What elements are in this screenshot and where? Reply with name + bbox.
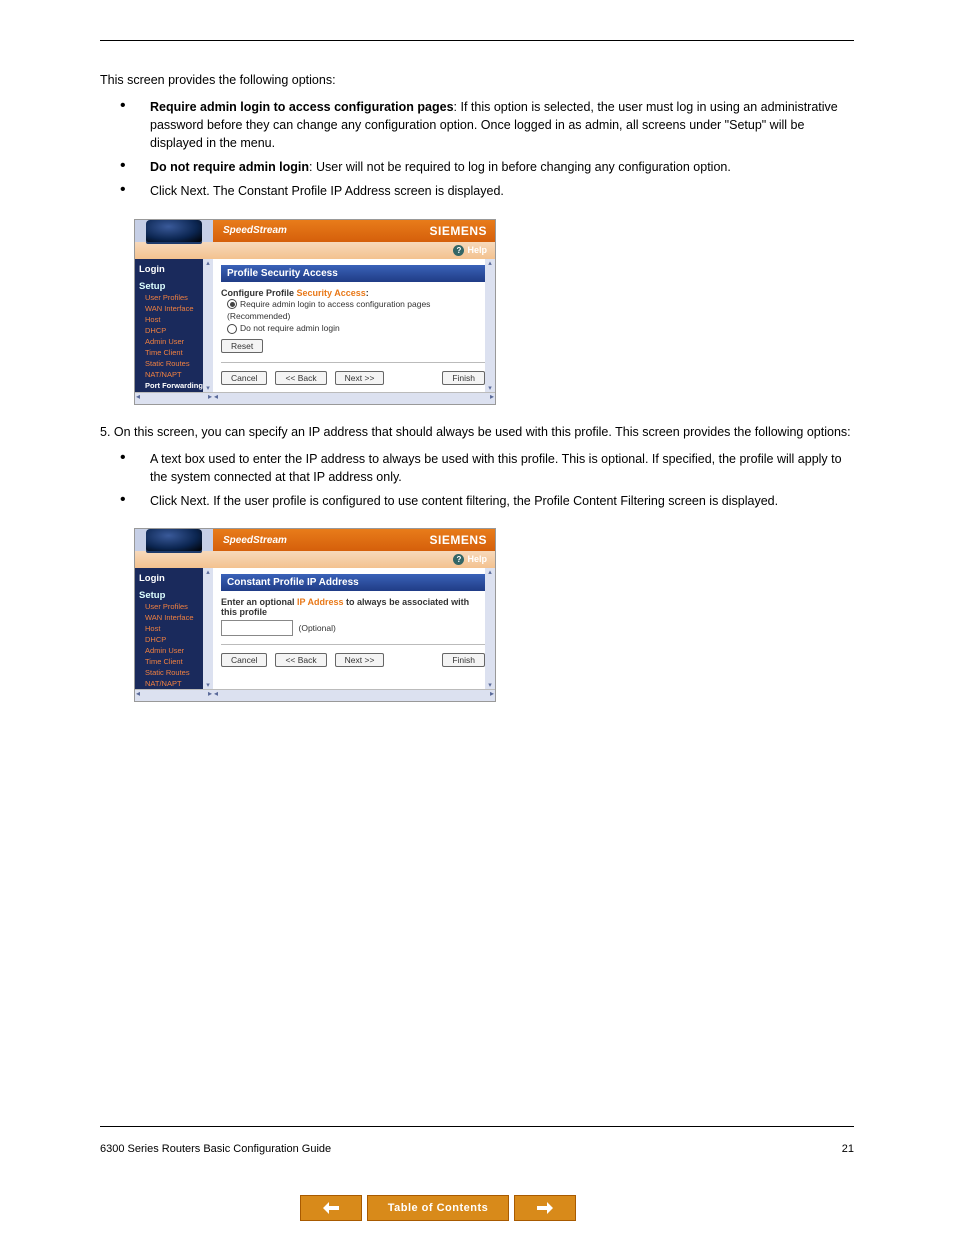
help-icon: ?	[453, 554, 464, 565]
back-button[interactable]: << Back	[275, 653, 326, 667]
screenshot-profile-security-access: SpeedStream SIEMENS ?Help Login Setup Us…	[134, 219, 496, 406]
panel-prompt: Enter an optional IP Address to always b…	[221, 597, 487, 617]
lead-text: This screen provides the following optio…	[100, 71, 854, 89]
optional-label: (Optional)	[299, 623, 336, 633]
nav-wan-interface[interactable]: WAN Interface	[135, 303, 213, 314]
nav-nat-napt[interactable]: NAT/NAPT	[135, 678, 213, 689]
radio-require-admin[interactable]: Require admin login to access configurat…	[221, 298, 487, 311]
option-3-text: Click Next. The Constant Profile IP Addr…	[150, 184, 504, 198]
bottom-scrollbars[interactable]	[135, 392, 495, 404]
step-5-text: 5. On this screen, you can specify an IP…	[100, 423, 854, 441]
option-5a: A text box used to enter the IP address …	[120, 450, 854, 486]
brand-name: SpeedStream	[223, 225, 287, 236]
radio-icon	[227, 299, 237, 309]
radio-icon	[227, 324, 237, 334]
nav-time-client[interactable]: Time Client	[135, 656, 213, 667]
nav-admin-user[interactable]: Admin User	[135, 645, 213, 656]
nav-setup[interactable]: Setup	[135, 586, 213, 601]
nav-user-profiles[interactable]: User Profiles	[135, 292, 213, 303]
radio-no-admin[interactable]: Do not require admin login	[221, 322, 487, 335]
nav-time-client[interactable]: Time Client	[135, 347, 213, 358]
nav-scrollbar[interactable]	[203, 568, 213, 689]
brand-bar: SpeedStream SIEMENS	[213, 220, 495, 242]
screenshot-constant-profile-ip: SpeedStream SIEMENS ?Help Login Setup Us…	[134, 528, 496, 702]
divider	[221, 644, 487, 645]
help-link[interactable]: ?Help	[453, 554, 487, 565]
option-5b: Click Next. If the user profile is confi…	[120, 492, 854, 510]
bottom-scrollbars[interactable]	[135, 689, 495, 701]
nav-user-profiles[interactable]: User Profiles	[135, 601, 213, 612]
nav-static-routes[interactable]: Static Routes	[135, 358, 213, 369]
cancel-button[interactable]: Cancel	[221, 371, 267, 385]
option-2-rest: : User will not be required to log in be…	[309, 160, 731, 174]
panel-heading: Configure Profile Security Access:	[221, 288, 487, 298]
nav-nat-napt[interactable]: NAT/NAPT	[135, 369, 213, 380]
cancel-button[interactable]: Cancel	[221, 653, 267, 667]
option-2-label: Do not require admin login	[150, 160, 309, 174]
nav-admin-user[interactable]: Admin User	[135, 336, 213, 347]
radio-recommended: (Recommended)	[221, 310, 487, 322]
panel-title: Profile Security Access	[221, 265, 487, 282]
footer-title: 6300 Series Routers Basic Configuration …	[100, 1143, 331, 1155]
nav-sidebar: Login Setup User Profiles WAN Interface …	[135, 568, 213, 689]
ss1-header: SpeedStream SIEMENS	[135, 220, 495, 242]
nav-host[interactable]: Host	[135, 623, 213, 634]
nav-dhcp[interactable]: DHCP	[135, 325, 213, 336]
options-list-2: A text box used to enter the IP address …	[100, 450, 854, 510]
nav-host[interactable]: Host	[135, 314, 213, 325]
option-1-label: Require admin login to access configurat…	[150, 100, 454, 114]
back-button[interactable]: << Back	[275, 371, 326, 385]
ss2-header: SpeedStream SIEMENS	[135, 529, 495, 551]
option-3: Click Next. The Constant Profile IP Addr…	[120, 182, 854, 200]
nav-login[interactable]: Login	[135, 259, 213, 277]
help-bar: ?Help	[135, 242, 495, 259]
router-image-cell	[135, 220, 213, 242]
bottom-rule	[100, 1126, 854, 1127]
next-button[interactable]: Next >>	[335, 653, 385, 667]
main-scrollbar[interactable]	[485, 568, 495, 689]
options-list-1: Require admin login to access configurat…	[100, 98, 854, 201]
vendor-name: SIEMENS	[429, 224, 487, 238]
finish-button[interactable]: Finish	[442, 371, 485, 385]
router-icon	[146, 529, 202, 551]
nav-sidebar: Login Setup User Profiles WAN Interface …	[135, 259, 213, 393]
toc-next-button[interactable]	[514, 1195, 576, 1221]
top-rule	[100, 40, 854, 41]
ip-address-input[interactable]	[221, 620, 293, 636]
nav-scrollbar[interactable]	[203, 259, 213, 393]
router-icon	[146, 220, 202, 242]
nav-setup[interactable]: Setup	[135, 277, 213, 292]
finish-button[interactable]: Finish	[442, 653, 485, 667]
brand-bar: SpeedStream SIEMENS	[213, 529, 495, 551]
option-1: Require admin login to access configurat…	[120, 98, 854, 152]
toc-prev-button[interactable]	[300, 1195, 362, 1221]
reset-button[interactable]: Reset	[221, 339, 263, 353]
nav-dhcp[interactable]: DHCP	[135, 634, 213, 645]
next-button[interactable]: Next >>	[335, 371, 385, 385]
nav-port-forwarding[interactable]: Port Forwarding	[135, 380, 213, 391]
page-number: 21	[842, 1143, 854, 1155]
toc-button[interactable]: Table of Contents	[367, 1195, 509, 1221]
arrow-left-icon	[323, 1202, 339, 1214]
help-bar: ?Help	[135, 551, 495, 568]
router-image-cell	[135, 529, 213, 551]
arrow-right-icon	[537, 1202, 553, 1214]
main-panel: Profile Security Access Configure Profil…	[213, 259, 495, 393]
main-panel: Constant Profile IP Address Enter an opt…	[213, 568, 495, 689]
help-icon: ?	[453, 245, 464, 256]
panel-title: Constant Profile IP Address	[221, 574, 487, 591]
help-link[interactable]: ?Help	[453, 245, 487, 256]
main-scrollbar[interactable]	[485, 259, 495, 393]
vendor-name: SIEMENS	[429, 533, 487, 547]
toc-nav: Table of Contents	[300, 1195, 576, 1221]
option-2: Do not require admin login: User will no…	[120, 158, 854, 176]
nav-login[interactable]: Login	[135, 568, 213, 586]
brand-name: SpeedStream	[223, 535, 287, 546]
nav-wan-interface[interactable]: WAN Interface	[135, 612, 213, 623]
ip-input-row: (Optional)	[221, 620, 487, 636]
nav-static-routes[interactable]: Static Routes	[135, 667, 213, 678]
divider	[221, 362, 487, 363]
